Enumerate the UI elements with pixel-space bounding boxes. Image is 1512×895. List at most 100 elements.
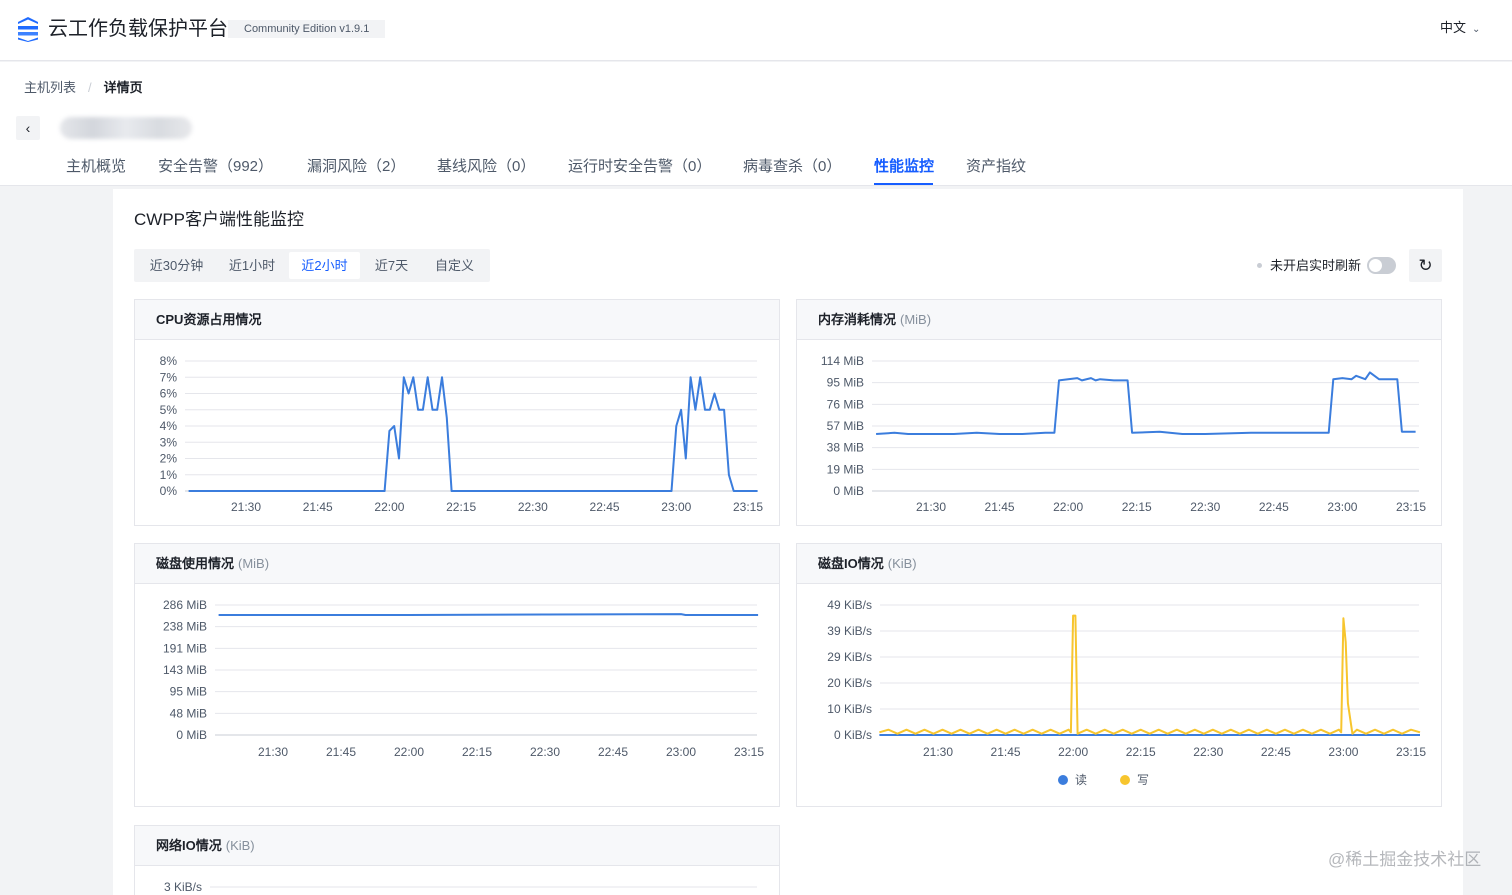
y-tick-label: 57 MiB xyxy=(827,419,864,433)
netio-chart-title: 网络IO情况 (KiB) xyxy=(135,826,779,866)
y-tick-label: 76 MiB xyxy=(827,397,864,411)
x-tick-label: 22:45 xyxy=(598,745,628,759)
host-name-blurred xyxy=(60,117,192,139)
time-range-selector: 近30分钟 近1小时 近2小时 近7天 自定义 xyxy=(134,249,490,282)
range-30min[interactable]: 近30分钟 xyxy=(138,252,215,279)
y-tick-label: 48 MiB xyxy=(170,706,207,720)
x-tick-label: 22:30 xyxy=(518,500,548,514)
x-tick-label: 23:15 xyxy=(1396,745,1426,759)
memory-chart-title-text: 内存消耗情况 xyxy=(818,312,897,327)
memory-chart-unit: (MiB) xyxy=(900,312,932,327)
y-tick-label: 4% xyxy=(160,419,178,433)
breadcrumb-separator: / xyxy=(88,80,92,95)
y-tick-label: 1% xyxy=(160,468,178,482)
x-tick-label: 21:30 xyxy=(916,500,946,514)
y-tick-label: 38 MiB xyxy=(827,441,864,455)
diskio-chart-title: 磁盘IO情况 (KiB) xyxy=(797,544,1441,584)
active-tab-indicator xyxy=(874,183,933,185)
y-tick-label: 0 MiB xyxy=(176,728,207,742)
tab-performance-monitor[interactable]: 性能监控 xyxy=(874,156,934,178)
series-line xyxy=(218,613,759,616)
y-tick-label: 95 MiB xyxy=(170,685,207,699)
x-tick-label: 22:00 xyxy=(1053,500,1083,514)
memory-chart: 0 MiB 19 MiB 38 MiB 57 MiB 76 MiB 95 MiB 114 M… xyxy=(821,354,1426,514)
y-tick-label: 114 MiB xyxy=(821,354,864,368)
tab-security-alerts[interactable]: 安全告警（992） xyxy=(158,156,273,178)
realtime-status-dot xyxy=(1257,263,1262,268)
realtime-refresh-toggle[interactable] xyxy=(1367,257,1396,274)
chevron-left-icon: ‹ xyxy=(25,120,31,136)
y-tick-label: 5% xyxy=(160,403,178,417)
x-tick-label: 21:45 xyxy=(985,500,1015,514)
section-title: CWPP客户端性能监控 xyxy=(134,210,304,229)
y-tick-label: 49 KiB/s xyxy=(827,598,872,612)
tab-vulnerability-risk[interactable]: 漏洞风险（2） xyxy=(307,156,405,178)
x-tick-label: 22:45 xyxy=(1261,745,1291,759)
edition-badge: Community Edition v1.9.1 xyxy=(228,20,386,38)
range-1hour[interactable]: 近1小时 xyxy=(219,252,285,279)
x-tick-label: 23:15 xyxy=(1396,500,1426,514)
y-tick-label: 0 KiB/s xyxy=(834,728,872,742)
watermark: @稀土掘金技术社区 xyxy=(1328,850,1482,869)
x-tick-label: 21:45 xyxy=(303,500,333,514)
diskio-chart-title-text: 磁盘IO情况 xyxy=(818,556,884,571)
range-7days[interactable]: 近7天 xyxy=(364,252,419,279)
diskio-chart-card: 磁盘IO情况 (KiB) 0 KiB/s 10 KiB/s 20 KiB/s 29 Ki… xyxy=(796,543,1442,807)
x-tick-label: 22:45 xyxy=(590,500,620,514)
toggle-knob xyxy=(1369,259,1382,272)
tab-host-overview[interactable]: 主机概览 xyxy=(66,156,126,178)
legend-label[interactable]: 读 xyxy=(1075,773,1087,787)
x-tick-label: 23:00 xyxy=(1327,500,1357,514)
back-button[interactable]: ‹ xyxy=(16,116,40,140)
x-tick-label: 23:00 xyxy=(661,500,691,514)
netio-chart-title-text: 网络IO情况 xyxy=(156,838,222,853)
range-custom[interactable]: 自定义 xyxy=(423,252,486,279)
refresh-icon: ↻ xyxy=(1418,256,1433,275)
x-tick-label: 22:45 xyxy=(1259,500,1289,514)
y-tick-label: 2% xyxy=(160,452,178,466)
x-tick-label: 22:15 xyxy=(446,500,476,514)
tab-baseline-risk[interactable]: 基线风险（0） xyxy=(437,156,535,178)
tab-virus-scan[interactable]: 病毒查杀（0） xyxy=(743,156,841,178)
legend-marker xyxy=(1120,775,1130,785)
x-tick-label: 23:15 xyxy=(734,745,764,759)
x-tick-label: 21:30 xyxy=(258,745,288,759)
app-title: 云工作负载保护平台 xyxy=(48,18,228,40)
breadcrumb-detail: 详情页 xyxy=(103,80,143,95)
legend-marker xyxy=(1058,775,1068,785)
memory-chart-card: 内存消耗情况 (MiB) 0 MiB 19 MiB 38 MiB 57 MiB 76 Mi… xyxy=(796,299,1442,526)
range-2hours[interactable]: 近2小时 xyxy=(289,252,360,279)
realtime-refresh-label: 未开启实时刷新 xyxy=(1270,258,1362,273)
logo-icon xyxy=(18,17,38,42)
y-tick-label: 0% xyxy=(160,484,178,498)
y-tick-label: 39 KiB/s xyxy=(827,624,872,638)
tab-runtime-alerts[interactable]: 运行时安全告警（0） xyxy=(568,156,711,178)
tab-asset-fingerprint[interactable]: 资产指纹 xyxy=(966,156,1026,178)
x-tick-label: 23:00 xyxy=(1328,745,1358,759)
x-tick-label: 21:30 xyxy=(923,745,953,759)
x-tick-label: 22:30 xyxy=(530,745,560,759)
x-tick-label: 21:30 xyxy=(231,500,261,514)
y-tick-label: 286 MiB xyxy=(163,598,207,612)
cpu-chart: 0% 1% 2% 3% 4% 5% 6% 7% 8% 21:30 21:45 22:00 22:15 22… xyxy=(160,354,764,514)
cpu-chart-card: CPU资源占用情况 0% 1% 2% 3% 4% 5% 6% 7% 8% 21:30 21:45 22… xyxy=(134,299,780,526)
y-tick-label: 6% xyxy=(160,387,178,401)
y-tick-label: 0 MiB xyxy=(833,484,864,498)
language-selector[interactable]: 中文 ⌄ xyxy=(1440,18,1480,40)
memory-chart-title: 内存消耗情况 (MiB) xyxy=(797,300,1441,340)
x-tick-label: 23:00 xyxy=(666,745,696,759)
x-tick-label: 22:15 xyxy=(1126,745,1156,759)
disk-chart-title-text: 磁盘使用情况 xyxy=(156,556,235,571)
breadcrumb: 主机列表 / 详情页 xyxy=(24,80,143,96)
diskio-chart: 0 KiB/s 10 KiB/s 20 KiB/s 29 KiB/s 39 KiB/s 4… xyxy=(827,598,1426,787)
cpu-chart-title-text: CPU资源占用情况 xyxy=(156,312,262,327)
breadcrumb-host-list[interactable]: 主机列表 xyxy=(24,80,76,95)
disk-chart-card: 磁盘使用情况 (MiB) 0 MiB 48 MiB 95 MiB 143 MiB 191 … xyxy=(134,543,780,807)
refresh-button[interactable]: ↻ xyxy=(1409,249,1442,282)
y-tick-label: 20 KiB/s xyxy=(827,676,872,690)
legend-label[interactable]: 写 xyxy=(1137,773,1149,787)
top-header: 云工作负载保护平台 Community Edition v1.9.1 中文 ⌄ xyxy=(0,0,1512,61)
netio-chart-card: 网络IO情况 (KiB) 3 KiB/s xyxy=(134,825,780,895)
y-tick-label: 3 KiB/s xyxy=(164,880,202,894)
netio-chart-unit: (KiB) xyxy=(225,838,255,853)
